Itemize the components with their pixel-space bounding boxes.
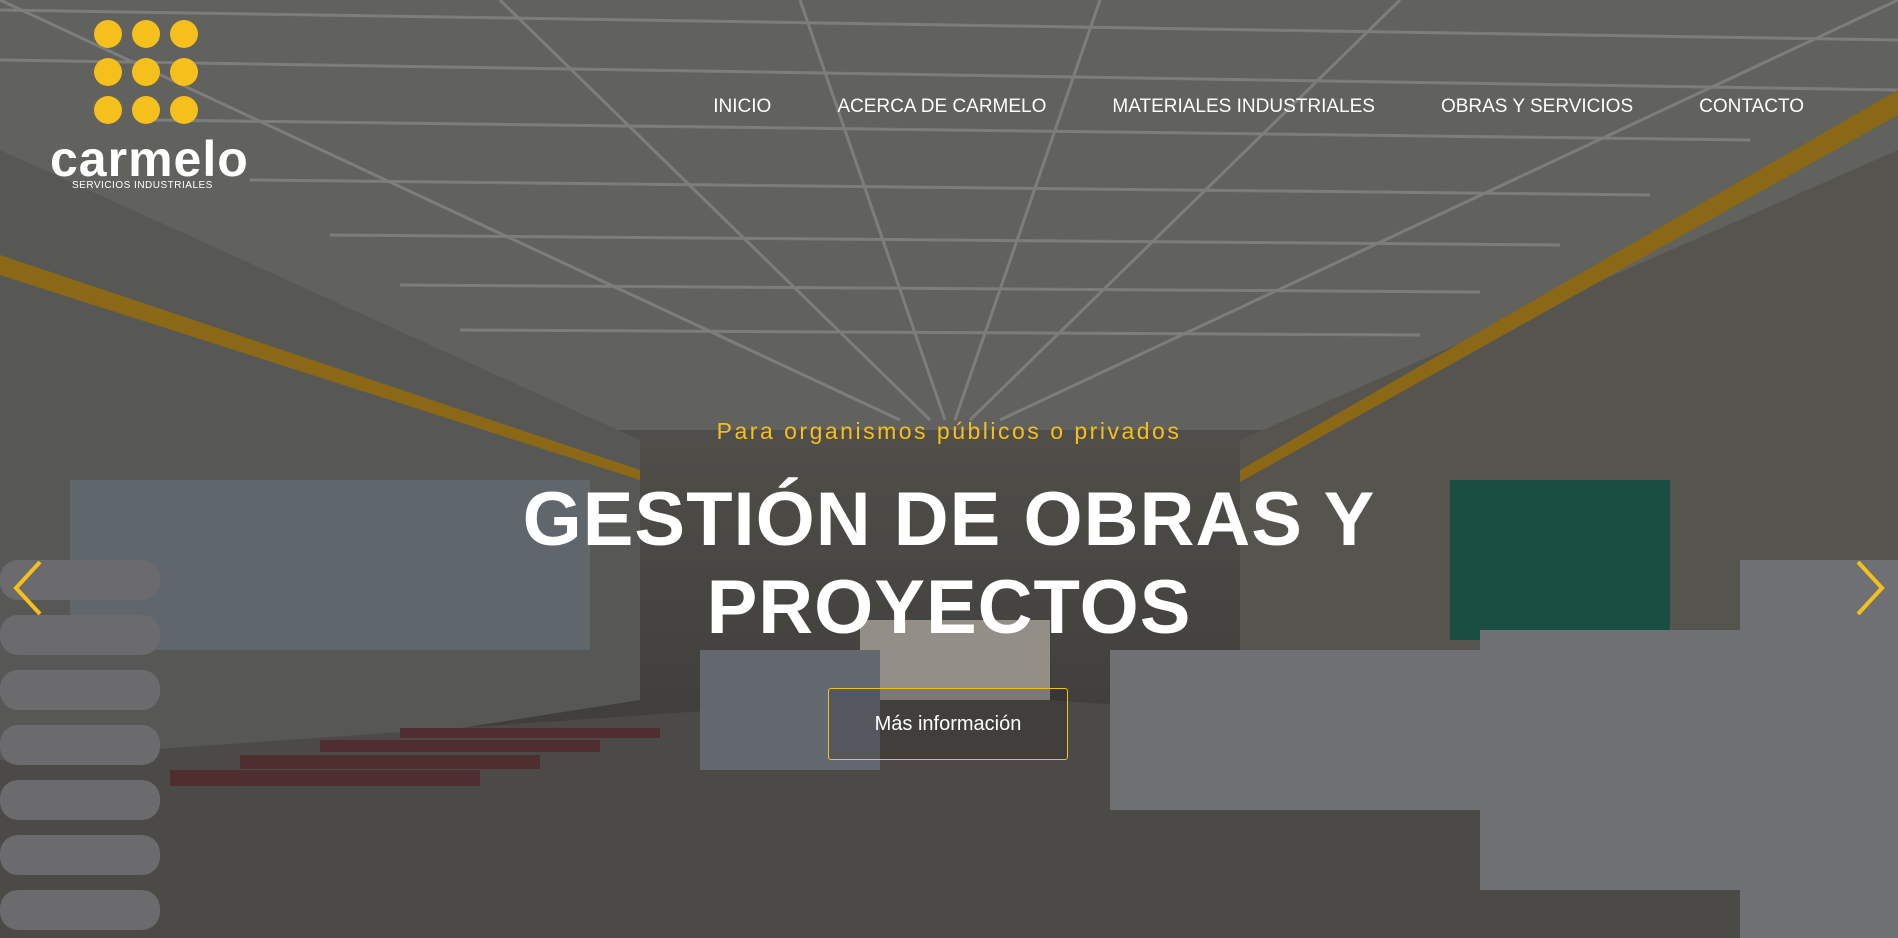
nav-item-inicio[interactable]: INICIO (713, 96, 771, 118)
slider-next-button[interactable] (1848, 556, 1888, 620)
hero-title: GESTIÓN DE OBRAS Y PROYECTOS (0, 476, 1898, 652)
slider-prev-button[interactable] (10, 556, 50, 620)
chevron-right-icon (1856, 560, 1885, 616)
carmelo-logo[interactable]: carmelo SERVICIOS INDUSTRIALES (50, 18, 250, 198)
nav-item-materiales[interactable]: MATERIALES INDUSTRIALES (1112, 96, 1375, 118)
hero-title-line-1: GESTIÓN DE OBRAS Y (522, 477, 1376, 562)
nav-item-contacto[interactable]: CONTACTO (1699, 96, 1804, 118)
hero-subtitle: Para organismos públicos o privados (716, 418, 1182, 444)
mas-informacion-button[interactable]: Más información (828, 688, 1068, 760)
hero-slider: carmelo SERVICIOS INDUSTRIALES INICIO AC… (0, 0, 1898, 938)
nav-item-acerca[interactable]: ACERCA DE CARMELO (837, 96, 1046, 118)
hero-title-line-2: PROYECTOS (706, 565, 1192, 650)
logo-tagline: SERVICIOS INDUSTRIALES (72, 180, 213, 191)
chevron-left-icon (13, 560, 42, 616)
nav-item-obras[interactable]: OBRAS Y SERVICIOS (1441, 96, 1633, 118)
main-nav: INICIO ACERCA DE CARMELO MATERIALES INDU… (713, 96, 1804, 118)
dark-overlay (0, 0, 1898, 938)
